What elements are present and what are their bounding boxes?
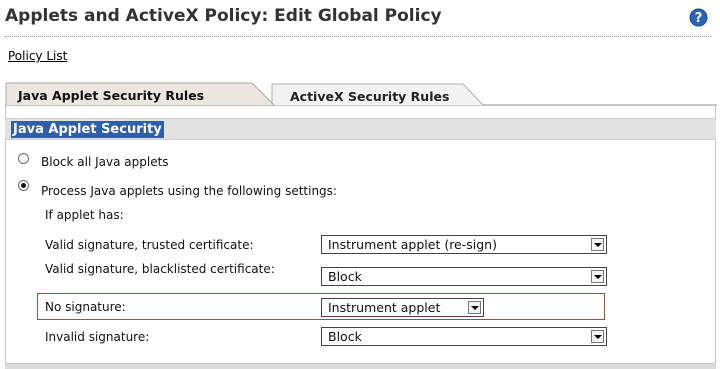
section-title: Java Applet Security	[11, 121, 164, 138]
tab-activex-security-rules[interactable]: ActiveX Security Rules	[290, 89, 449, 104]
block-all-label: Block all Java applets	[41, 155, 169, 169]
select-trusted-certificate[interactable]: Instrument applet (re-sign)	[321, 235, 607, 254]
tab-java-applet-security-rules[interactable]: Java Applet Security Rules	[18, 88, 204, 103]
bottom-band	[5, 363, 716, 369]
svg-text:?: ?	[695, 11, 703, 26]
chevron-down-icon	[591, 238, 604, 251]
chevron-down-icon	[591, 270, 604, 283]
policy-list-link[interactable]: Policy List	[8, 49, 67, 63]
help-icon[interactable]: ?	[689, 8, 708, 27]
chevron-down-icon	[468, 301, 481, 314]
if-applet-has-label: If applet has:	[45, 208, 124, 222]
select-value: Block	[328, 329, 362, 344]
chevron-down-icon	[591, 330, 604, 343]
rule-label-blacklisted: Valid signature, blacklisted certificate…	[45, 262, 275, 276]
select-value: Instrument applet	[328, 300, 441, 315]
select-value: Block	[328, 269, 362, 284]
select-blacklisted-certificate[interactable]: Block	[321, 267, 607, 286]
rule-label-no-signature: No signature:	[45, 300, 126, 314]
page-title: Applets and ActiveX Policy: Edit Global …	[5, 6, 442, 26]
rule-label-trusted: Valid signature, trusted certificate:	[45, 238, 254, 252]
select-value: Instrument applet (re-sign)	[328, 237, 497, 252]
process-applets-radio[interactable]	[18, 180, 29, 191]
rule-label-invalid: Invalid signature:	[45, 330, 150, 344]
select-no-signature[interactable]: Instrument applet	[321, 298, 484, 317]
block-all-radio[interactable]	[18, 153, 29, 164]
process-applets-label: Process Java applets using the following…	[41, 184, 337, 198]
select-invalid-signature[interactable]: Block	[321, 327, 607, 346]
title-divider	[5, 36, 711, 37]
